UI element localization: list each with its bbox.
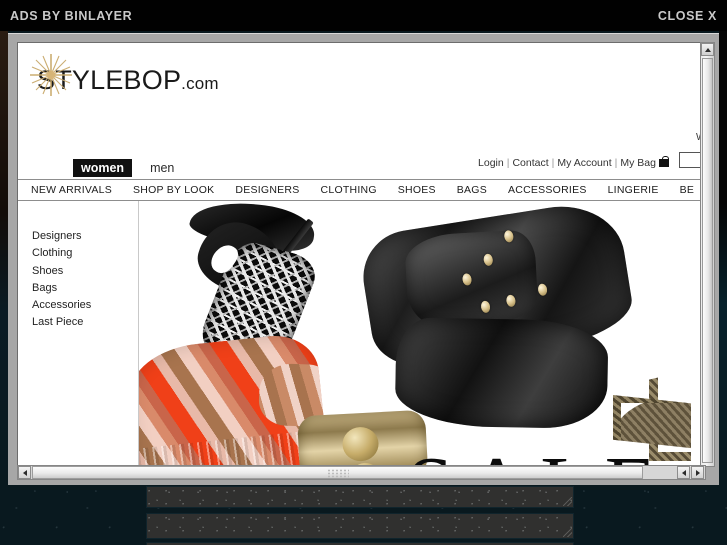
right-edge-strip: [719, 31, 727, 485]
tab-men[interactable]: men: [142, 159, 182, 177]
logo-tld: .com: [181, 74, 219, 93]
separator: |: [506, 157, 510, 169]
scroll-thumb-grip-icon: [326, 469, 349, 478]
ad-bar-label: ADS BY BINLAYER: [10, 9, 133, 23]
nav-shop-by-look[interactable]: SHOP BY LOOK: [133, 180, 214, 196]
scroll-left-button-2[interactable]: [677, 466, 690, 479]
resize-grip-icon[interactable]: [563, 497, 572, 506]
ad-popup-window: STYLEBOP.com women men Login | Contact | My A…: [8, 33, 719, 485]
utility-links: Login | Contact | My Account | My Bag: [478, 156, 669, 169]
background-textarea-1[interactable]: [146, 486, 574, 508]
horizontal-scroll-thumb[interactable]: [32, 466, 643, 479]
stylebop-site: STYLEBOP.com women men Login | Contact | My A…: [18, 43, 705, 474]
tab-women[interactable]: women: [73, 159, 133, 177]
jacket-sleeve: [394, 317, 609, 429]
bag-body: [659, 159, 669, 167]
sidebar-navigation: Designers Clothing Shoes Bags Accessorie…: [32, 228, 132, 332]
shopping-bag-icon[interactable]: [659, 156, 669, 167]
resize-grip-icon[interactable]: [563, 528, 572, 537]
nav-accessories[interactable]: ACCESSORIES: [508, 180, 587, 196]
textarea-texture: [147, 514, 573, 538]
nav-clothing[interactable]: CLOTHING: [321, 180, 377, 196]
popup-viewport: STYLEBOP.com women men Login | Contact | My A…: [17, 42, 706, 475]
arrow-left-icon: [681, 469, 686, 476]
separator: |: [551, 157, 555, 169]
arrow-left-icon: [22, 469, 27, 476]
separator: |: [614, 157, 618, 169]
left-edge-strip: [0, 31, 8, 485]
background-textarea-2[interactable]: [146, 513, 574, 539]
main-navigation: NEW ARRIVALS SHOP BY LOOK DESIGNERS CLOTHIN…: [18, 179, 705, 201]
hero-banner[interactable]: SALE: [138, 201, 691, 474]
sidebar-item-accessories[interactable]: Accessories: [32, 297, 132, 314]
sidebar-item-bags[interactable]: Bags: [32, 280, 132, 297]
nav-designers[interactable]: DESIGNERS: [235, 180, 299, 196]
scroll-right-buttons: [677, 466, 705, 479]
popup-vertical-scrollbar[interactable]: [700, 42, 715, 467]
nav-beauty[interactable]: BE: [680, 180, 695, 196]
scroll-right-button[interactable]: [691, 466, 704, 479]
screen: ADS BY BINLAYER CLOSE X STYLEBOP.com wom…: [0, 0, 727, 545]
sidebar-item-designers[interactable]: Designers: [32, 228, 132, 245]
popup-horizontal-scrollbar[interactable]: [17, 465, 706, 480]
gender-tabs: women men: [73, 159, 182, 177]
link-my-account[interactable]: My Account: [557, 157, 611, 169]
nav-lingerie[interactable]: LINGERIE: [608, 180, 659, 196]
arrow-up-icon: [704, 47, 711, 52]
nav-shoes[interactable]: SHOES: [398, 180, 436, 196]
nav-new-arrivals[interactable]: NEW ARRIVALS: [31, 180, 112, 196]
link-login[interactable]: Login: [478, 157, 504, 169]
link-contact[interactable]: Contact: [512, 157, 548, 169]
link-my-bag[interactable]: My Bag: [620, 157, 656, 169]
arrow-right-icon: [695, 469, 700, 476]
ad-bar: ADS BY BINLAYER CLOSE X: [0, 0, 727, 31]
sidebar-item-last-piece[interactable]: Last Piece: [32, 314, 132, 331]
content-area: Designers Clothing Shoes Bags Accessorie…: [18, 201, 705, 474]
textarea-texture: [147, 487, 573, 507]
sidebar-item-clothing[interactable]: Clothing: [32, 245, 132, 262]
ad-close-button[interactable]: CLOSE X: [658, 9, 717, 23]
sidebar-item-shoes[interactable]: Shoes: [32, 263, 132, 280]
scroll-left-button[interactable]: [18, 466, 31, 479]
scroll-up-button[interactable]: [701, 43, 714, 56]
site-logo[interactable]: STYLEBOP.com: [30, 54, 219, 96]
vertical-scroll-thumb[interactable]: [702, 58, 713, 463]
star-sparkle-icon: [30, 54, 72, 96]
nav-bags[interactable]: BAGS: [457, 180, 487, 196]
